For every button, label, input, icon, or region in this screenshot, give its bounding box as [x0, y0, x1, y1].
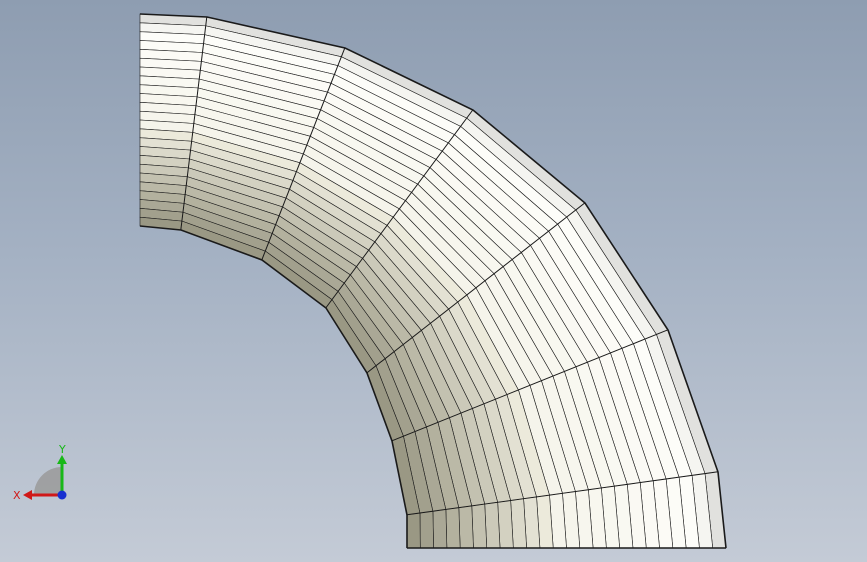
pipe-facet — [471, 503, 488, 549]
pipe-facet — [432, 509, 448, 549]
triad-plane — [34, 467, 62, 495]
coordinate-triad: Y X — [13, 443, 67, 502]
pipe-facet — [419, 511, 434, 549]
pipe-facet — [484, 502, 501, 549]
pipe-facet — [406, 512, 421, 549]
pipe-facet — [445, 507, 461, 549]
3d-viewport[interactable]: Y X — [0, 0, 867, 562]
pipe-facet — [458, 505, 474, 549]
y-axis-arrow-icon — [57, 455, 67, 464]
y-axis-label: Y — [58, 443, 66, 456]
z-axis-dot-icon — [57, 490, 67, 500]
x-axis-label: X — [13, 489, 21, 502]
x-axis-arrow-icon — [23, 490, 32, 500]
elbow-segments — [139, 13, 727, 549]
pipe-elbow-model[interactable] — [0, 0, 867, 562]
pipe-facet — [497, 500, 514, 549]
